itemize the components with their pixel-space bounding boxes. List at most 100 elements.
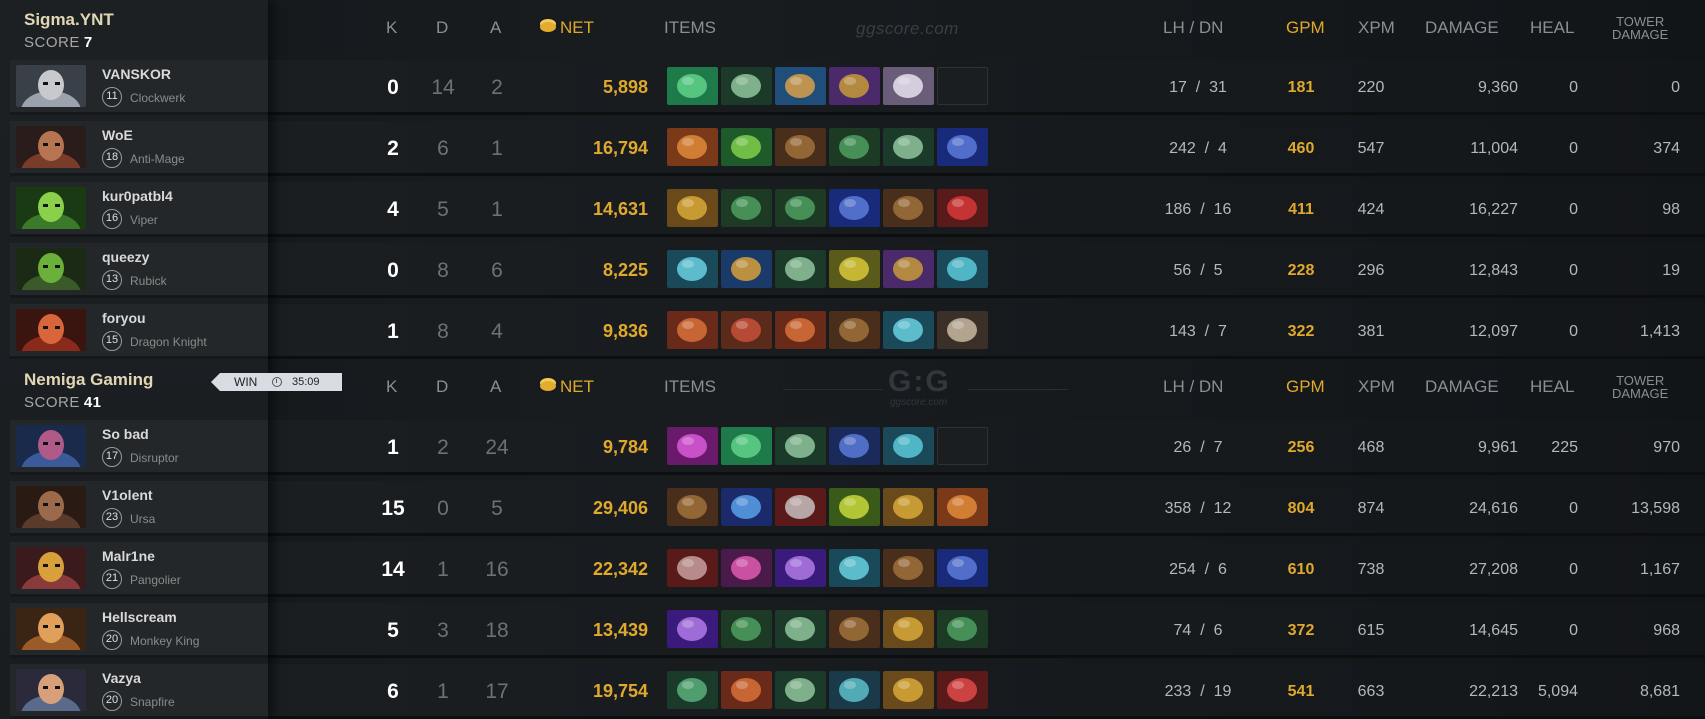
cyan-ring-item-icon[interactable]: [937, 250, 988, 288]
blue-staff-item-icon[interactable]: [937, 549, 988, 587]
blue-staff-item-icon[interactable]: [829, 189, 880, 227]
red-sword-item-icon[interactable]: [937, 671, 988, 709]
brown-boots-item-icon[interactable]: [667, 488, 718, 526]
wand-green-item-icon[interactable]: [775, 250, 826, 288]
col-net-header[interactable]: NET: [540, 18, 594, 38]
player-card[interactable]: foryou 15 Dragon Knight: [10, 304, 268, 359]
blue-staff-item-icon[interactable]: [937, 128, 988, 166]
purple-orb-item-icon[interactable]: [829, 67, 880, 105]
col-lh-dn-header[interactable]: LH / DN: [1163, 377, 1223, 397]
brown-boots-item-icon[interactable]: [829, 311, 880, 349]
col-a-header[interactable]: A: [490, 18, 501, 38]
cyan-wind-item-icon[interactable]: [667, 250, 718, 288]
hero-portrait[interactable]: [16, 425, 86, 467]
gold-helm-item-icon[interactable]: [883, 488, 934, 526]
col-lh-dn-header[interactable]: LH / DN: [1163, 18, 1223, 38]
empty-item-slot[interactable]: [937, 67, 988, 105]
player-card[interactable]: Hellscream 20 Monkey King: [10, 603, 268, 658]
hero-portrait[interactable]: [16, 309, 86, 351]
empty-item-slot[interactable]: [937, 427, 988, 465]
green-mask2-item-icon[interactable]: [937, 610, 988, 648]
player-card[interactable]: Malr1ne 21 Pangolier: [10, 542, 268, 597]
brown-boots-item-icon[interactable]: [883, 189, 934, 227]
boots-green-item-icon[interactable]: [721, 427, 772, 465]
green-blade-item-icon[interactable]: [721, 128, 772, 166]
violet-blade-item-icon[interactable]: [667, 610, 718, 648]
lens-blue-item-icon[interactable]: [775, 67, 826, 105]
blue-cloak-item-icon[interactable]: [829, 427, 880, 465]
cyan-boots-item-icon[interactable]: [829, 671, 880, 709]
col-d-header[interactable]: D: [436, 377, 448, 397]
team-name[interactable]: Sigma.YNT: [24, 10, 268, 30]
col-gpm-header[interactable]: GPM: [1286, 18, 1325, 38]
wand-green-item-icon[interactable]: [775, 427, 826, 465]
hero-portrait[interactable]: [16, 608, 86, 650]
player-card[interactable]: So bad 17 Disruptor: [10, 420, 268, 475]
col-heal-header[interactable]: HEAL: [1530, 377, 1574, 397]
purple-ball-item-icon[interactable]: [721, 549, 772, 587]
col-damage-header[interactable]: DAMAGE: [1425, 18, 1499, 38]
violet-blade-item-icon[interactable]: [775, 549, 826, 587]
green-wand2-item-icon[interactable]: [667, 671, 718, 709]
green-dagger-item-icon[interactable]: [829, 488, 880, 526]
hero-portrait[interactable]: [16, 486, 86, 528]
wand-green-item-icon[interactable]: [721, 67, 772, 105]
blue-vortex-item-icon[interactable]: [721, 488, 772, 526]
player-name[interactable]: foryou: [102, 310, 146, 326]
gold-mask-item-icon[interactable]: [829, 250, 880, 288]
player-card[interactable]: queezy 13 Rubick: [10, 243, 268, 298]
grey-axe-item-icon[interactable]: [937, 311, 988, 349]
gold-helm-item-icon[interactable]: [667, 189, 718, 227]
green-mask2-item-icon[interactable]: [775, 189, 826, 227]
player-card[interactable]: VANSKOR 11 Clockwerk: [10, 60, 268, 115]
player-card[interactable]: kur0patbl4 16 Viper: [10, 182, 268, 237]
player-name[interactable]: queezy: [102, 249, 149, 265]
col-items-header[interactable]: ITEMS: [664, 377, 716, 397]
hero-portrait[interactable]: [16, 248, 86, 290]
brown-boots-item-icon[interactable]: [883, 549, 934, 587]
magenta-orb-item-icon[interactable]: [667, 427, 718, 465]
green-mask-item-icon[interactable]: [721, 610, 772, 648]
brown-boots-item-icon[interactable]: [775, 128, 826, 166]
hero-portrait[interactable]: [16, 669, 86, 711]
battlefury-item-icon[interactable]: [667, 128, 718, 166]
white-helm-item-icon[interactable]: [883, 67, 934, 105]
battlefury-item-icon[interactable]: [937, 488, 988, 526]
hero-portrait[interactable]: [16, 126, 86, 168]
wand-green-item-icon[interactable]: [883, 128, 934, 166]
col-tower-damage-header[interactable]: TOWER DAMAGE: [1612, 374, 1668, 400]
red-gauntlet-item-icon[interactable]: [721, 671, 772, 709]
wand-green-item-icon[interactable]: [775, 671, 826, 709]
player-name[interactable]: So bad: [102, 426, 149, 442]
player-name[interactable]: V1olent: [102, 487, 153, 503]
player-name[interactable]: Hellscream: [102, 609, 177, 625]
green-mask-item-icon[interactable]: [721, 189, 772, 227]
gold-helm-item-icon[interactable]: [883, 671, 934, 709]
player-name[interactable]: kur0patbl4: [102, 188, 173, 204]
red-claw-item-icon[interactable]: [937, 189, 988, 227]
col-k-header[interactable]: K: [386, 18, 397, 38]
wand-green-item-icon[interactable]: [775, 610, 826, 648]
col-net-header[interactable]: NET: [540, 377, 594, 397]
purple-orb-item-icon[interactable]: [883, 250, 934, 288]
cyan-wind-item-icon[interactable]: [829, 549, 880, 587]
col-gpm-header[interactable]: GPM: [1286, 377, 1325, 397]
col-a-header[interactable]: A: [490, 377, 501, 397]
red-gauntlet-item-icon[interactable]: [667, 311, 718, 349]
col-heal-header[interactable]: HEAL: [1530, 18, 1574, 38]
blue-bracer-item-icon[interactable]: [721, 250, 772, 288]
brown-boots-item-icon[interactable]: [829, 610, 880, 648]
col-k-header[interactable]: K: [386, 377, 397, 397]
red-hammer-item-icon[interactable]: [667, 549, 718, 587]
cyan-ring-item-icon[interactable]: [883, 427, 934, 465]
col-damage-header[interactable]: DAMAGE: [1425, 377, 1499, 397]
col-d-header[interactable]: D: [436, 18, 448, 38]
player-name[interactable]: Malr1ne: [102, 548, 155, 564]
player-card[interactable]: WoE 18 Anti-Mage: [10, 121, 268, 176]
hero-portrait[interactable]: [16, 187, 86, 229]
gold-helm-item-icon[interactable]: [883, 610, 934, 648]
hero-portrait[interactable]: [16, 65, 86, 107]
player-name[interactable]: VANSKOR: [102, 66, 171, 82]
hero-portrait[interactable]: [16, 547, 86, 589]
col-xpm-header[interactable]: XPM: [1358, 18, 1395, 38]
